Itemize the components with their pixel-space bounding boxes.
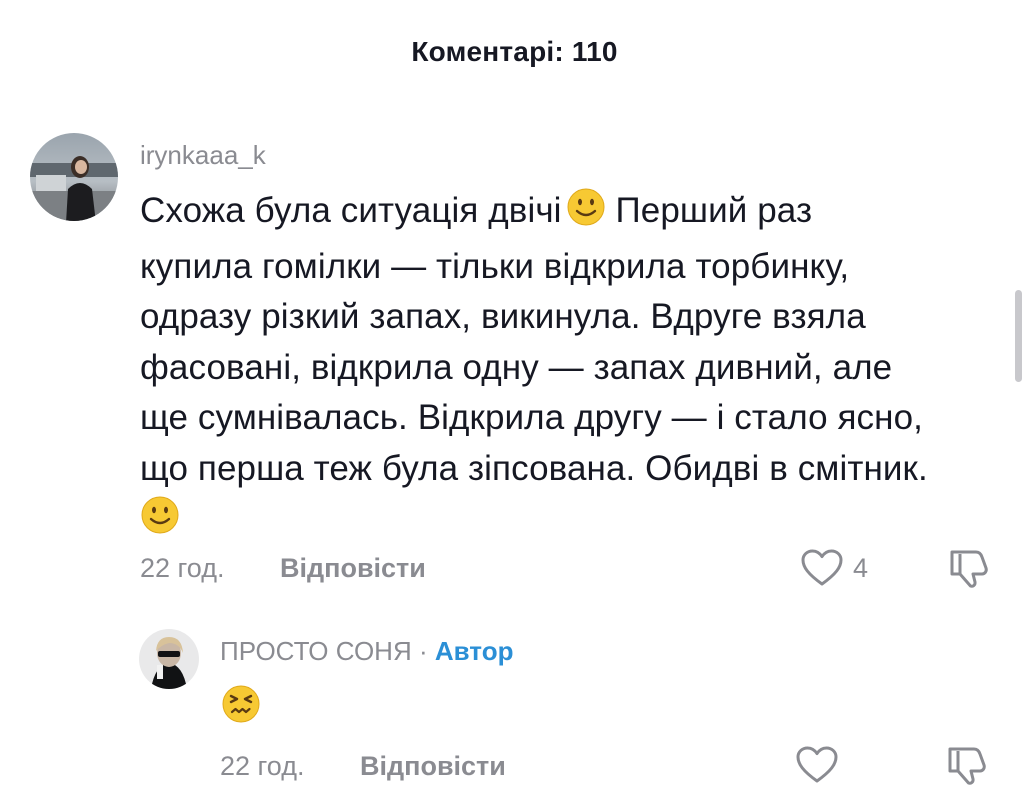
comments-count-title: Коментарі: 110 <box>411 36 618 67</box>
comments-panel: Коментарі: 110 irynkaaa_k Схожа була сит… <box>0 0 1029 800</box>
slightly-smiling-face-icon <box>566 187 606 242</box>
separator-dot: · <box>418 636 428 666</box>
avatar[interactable] <box>139 629 199 689</box>
comment-username-row: ПРОСТО СОНЯ · Автор <box>220 636 513 667</box>
avatar[interactable] <box>30 133 118 221</box>
comment-text: Схожа була ситуація двічі Перший раз купи… <box>140 186 928 550</box>
reply-button[interactable]: Відповісти <box>360 751 506 782</box>
comment-line: фасовані, відкрила одну — запах дивний, … <box>140 347 893 387</box>
comment-line: купила гомілки — тільки відкрила торбинк… <box>140 246 850 286</box>
confounded-face-icon <box>221 684 261 729</box>
comment-line: що перша теж була зіпсована. Обидві в см… <box>140 448 928 488</box>
heart-outline-icon[interactable] <box>800 548 844 593</box>
like-count: 4 <box>853 553 869 583</box>
comment-timestamp: 22 год. <box>220 751 305 781</box>
thumbs-down-icon[interactable] <box>944 743 990 792</box>
thumbs-down-icon[interactable] <box>946 546 992 595</box>
heart-outline-icon[interactable] <box>795 745 839 790</box>
comment-line: Схожа була ситуація двічі Перший раз <box>140 186 928 242</box>
comment-username[interactable]: irynkaaa_k <box>140 140 266 171</box>
comment-line <box>140 494 928 550</box>
scrollbar-thumb[interactable] <box>1015 290 1022 382</box>
comment-line: одразу різкий запах, викинула. Вдруге вз… <box>140 297 866 336</box>
comment-username[interactable]: ПРОСТО СОНЯ <box>220 636 412 666</box>
comment-timestamp: 22 год. <box>140 553 225 583</box>
author-badge: Автор <box>434 636 514 666</box>
slightly-smiling-face-icon <box>140 495 180 550</box>
reply-button[interactable]: Відповісти <box>280 553 426 584</box>
comment-line: ще сумнівалась. Відкрила другу — і стало… <box>140 398 923 437</box>
